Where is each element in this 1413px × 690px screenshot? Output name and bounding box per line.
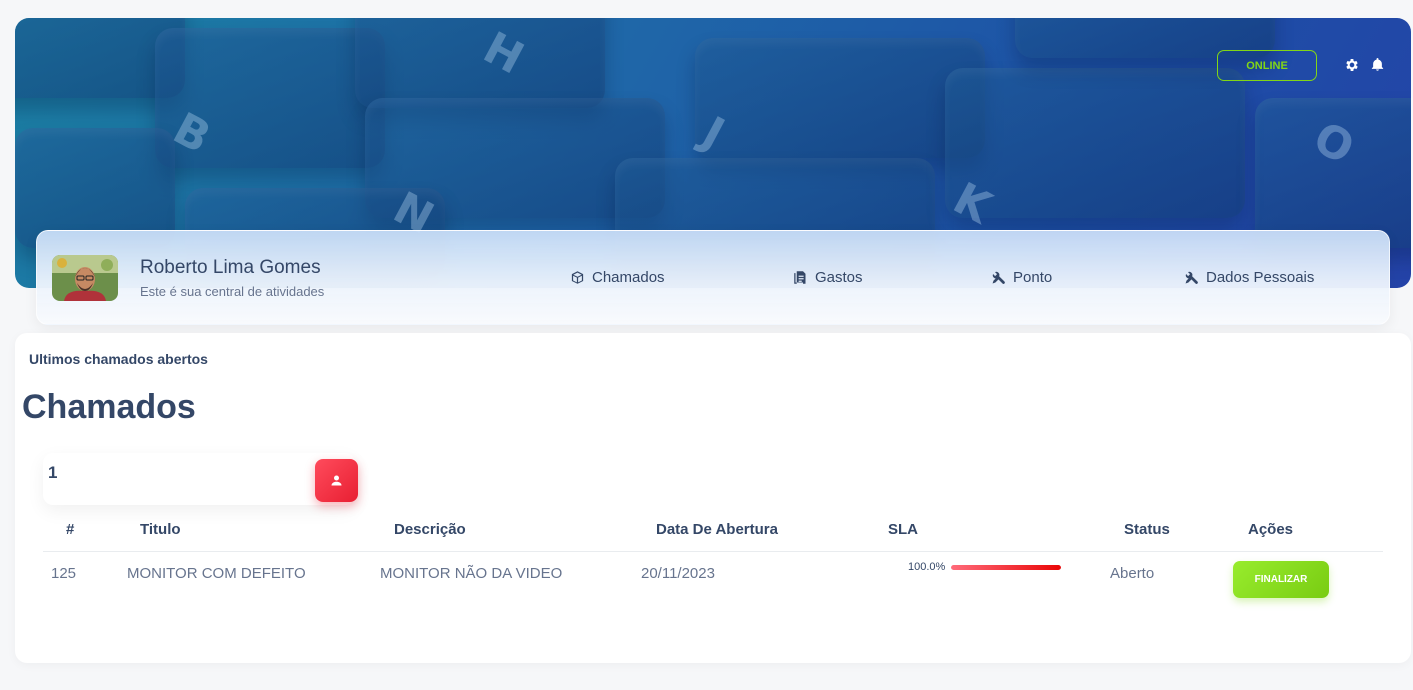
tools-icon: [1185, 271, 1198, 284]
gear-icon[interactable]: [1344, 57, 1360, 73]
open-tickets-counter: 1: [43, 453, 358, 505]
column-header-titulo: Titulo: [140, 521, 181, 538]
nav-label: Dados Pessoais: [1206, 269, 1315, 286]
column-header-descricao: Descrição: [394, 521, 466, 538]
sla-percent: 100.0%: [908, 561, 946, 573]
column-header-sla: SLA: [888, 521, 918, 538]
nav-item-ponto[interactable]: Ponto: [991, 269, 1052, 286]
column-header-id: #: [66, 521, 75, 538]
column-header-acoes: Ações: [1248, 521, 1294, 538]
cell-titulo: MONITOR COM DEFEITO: [127, 565, 306, 582]
nav-item-dados-pessoais[interactable]: Dados Pessoais: [1184, 269, 1314, 286]
online-status-button[interactable]: ONLINE: [1217, 50, 1317, 81]
column-header-status: Status: [1124, 521, 1170, 538]
nav-label: Ponto: [1013, 269, 1053, 286]
cell-status: Aberto: [1110, 565, 1155, 582]
sla-progress-fill: [951, 565, 1061, 570]
bell-icon[interactable]: [1370, 57, 1386, 73]
nav-item-chamados[interactable]: Chamados: [570, 269, 665, 286]
sla-progress-bar: [951, 565, 1061, 570]
avatar: [52, 255, 118, 301]
finalize-button[interactable]: FINALIZAR: [1233, 561, 1329, 598]
chamados-card: Ultimos chamados abertos Chamados 1 # Ti…: [15, 333, 1411, 663]
table-divider: [43, 551, 1383, 552]
cube-icon: [571, 271, 584, 284]
section-label: Ultimos chamados abertos: [29, 351, 208, 367]
page-title: Chamados: [22, 388, 196, 426]
cell-data: 20/11/2023: [641, 565, 715, 582]
document-icon: [794, 271, 806, 284]
user-subtitle: Este é sua central de atividades: [140, 284, 325, 299]
column-header-data: Data De Abertura: [656, 521, 778, 538]
user-icon: [315, 459, 358, 502]
user-name: Roberto Lima Gomes: [140, 257, 321, 278]
nav-label: Gastos: [815, 269, 863, 286]
counter-value: 1: [48, 463, 58, 482]
profile-card: Roberto Lima Gomes Este é sua central de…: [36, 230, 1390, 325]
cell-descricao: MONITOR NÃO DA VIDEO: [380, 565, 563, 582]
tools-icon: [992, 271, 1005, 284]
nav-label: Chamados: [592, 269, 665, 286]
nav-item-gastos[interactable]: Gastos: [793, 269, 863, 286]
cell-id: 125: [51, 565, 77, 582]
